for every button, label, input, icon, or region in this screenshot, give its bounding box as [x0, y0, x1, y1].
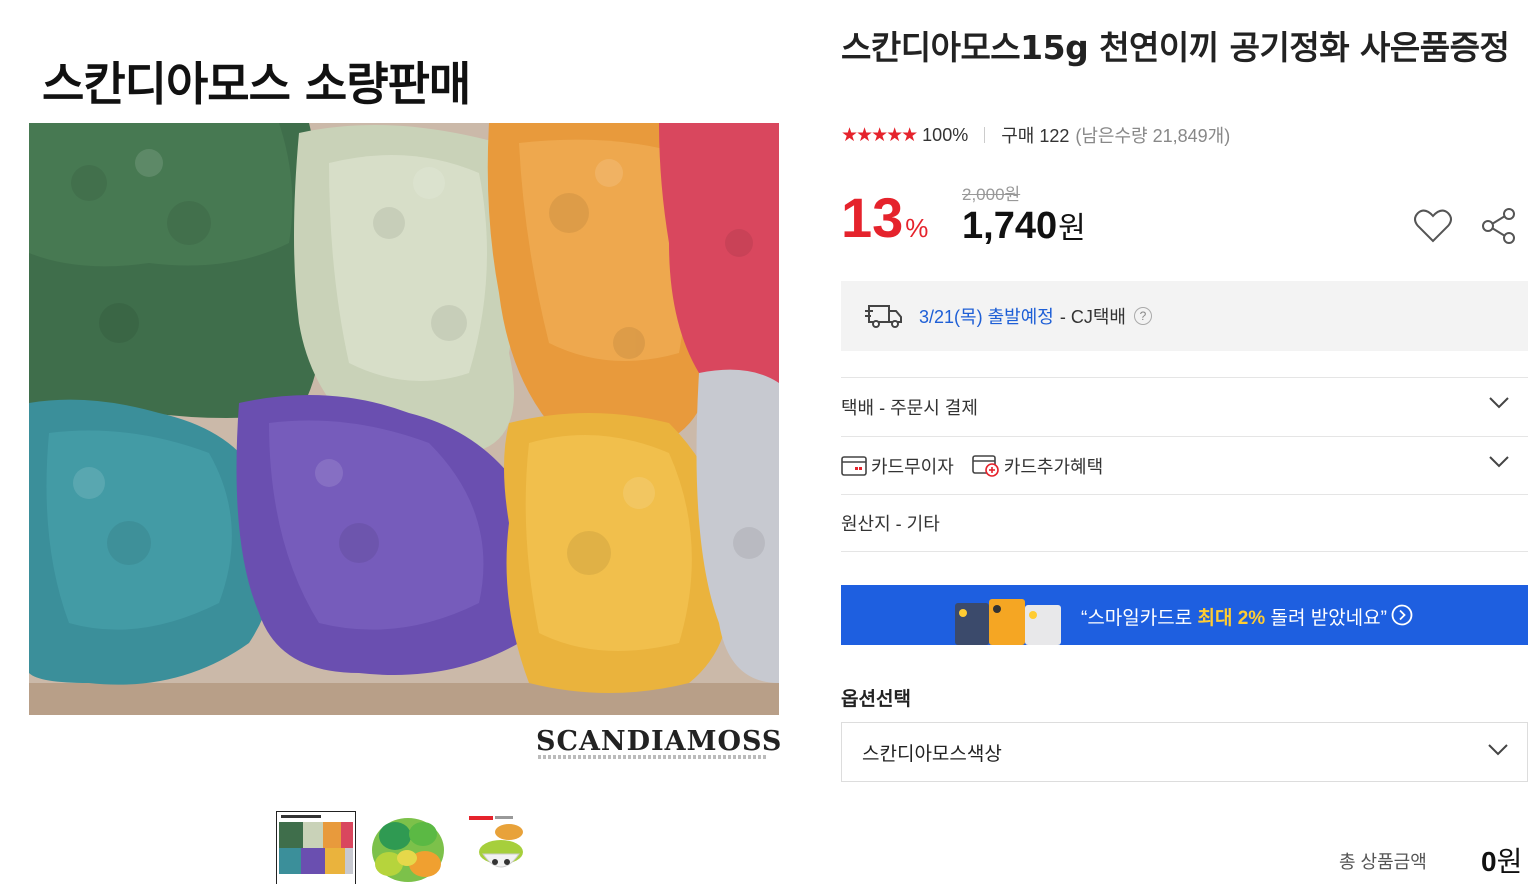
help-icon[interactable]: ?	[1133, 307, 1152, 325]
total-value: 0	[1481, 846, 1497, 877]
card-benefits-row[interactable]: 카드무이자 카드추가혜택	[841, 436, 1528, 494]
card-icon	[841, 455, 867, 476]
delivery-payment-text: 택배 - 주문시 결제	[841, 397, 978, 418]
option-label: 옵션선택	[841, 689, 911, 710]
option-select[interactable]: 스칸디아모스색상	[841, 722, 1528, 782]
discount-unit: %	[905, 213, 929, 243]
rating-stars: ★★★★★	[841, 124, 918, 146]
purchase-count: 구매 122	[1001, 126, 1070, 146]
price-unit: 원	[1058, 212, 1086, 245]
truck-icon	[865, 305, 902, 328]
moss-photo	[29, 123, 779, 715]
brand-logo: SCANDIAMOSS	[536, 726, 783, 757]
image-title: 스칸디아모스 소량판매	[42, 57, 471, 111]
brand-fineprint	[538, 755, 766, 759]
chevron-down-icon	[1489, 397, 1509, 409]
card-extra-benefit[interactable]: 카드추가혜택	[972, 453, 1103, 479]
promo-highlight: 최대 2%	[1197, 608, 1266, 629]
thumbnail-strip	[276, 811, 539, 884]
thumbnail-2[interactable]	[369, 812, 447, 884]
arrow-circle-icon	[1391, 604, 1413, 626]
card-interest-label: 카드무이자	[871, 456, 954, 477]
product-title: 스칸디아모스15g 천연이끼 공기정화 사은품증정	[841, 28, 1510, 67]
total-label: 총 상품금액	[1339, 852, 1427, 872]
wishlist-button[interactable]	[1411, 204, 1455, 248]
shipping-carrier: - CJ택배	[1059, 307, 1126, 327]
card-interest-free[interactable]: 카드무이자	[841, 453, 954, 479]
divider	[984, 127, 986, 143]
share-icon	[1482, 208, 1515, 244]
rating-row: ★★★★★ 100% 구매 122 (남은수량 21,849개)	[841, 122, 1230, 148]
heart-icon	[1414, 209, 1452, 243]
card-plus-icon	[972, 454, 999, 477]
shipping-date[interactable]: 3/21(목) 출발예정	[919, 303, 1054, 329]
chevron-down-icon	[1489, 456, 1509, 468]
shipping-info: 3/21(목) 출발예정 - CJ택배 ?	[841, 281, 1528, 351]
chevron-down-icon	[1488, 744, 1508, 756]
promo-text-post: 돌려 받았네요”	[1265, 608, 1387, 629]
origin-row: 원산지 - 기타	[841, 494, 1528, 552]
remaining-stock: (남은수량 21,849개)	[1075, 126, 1231, 146]
discount-rate: 13%	[841, 186, 928, 260]
rating-percent[interactable]: 100%	[922, 125, 968, 146]
promo-text: “스마일카드로 최대 2% 돌려 받았네요”	[1081, 603, 1387, 630]
origin-text: 원산지 - 기타	[841, 514, 940, 534]
thumbnail-3[interactable]	[461, 812, 539, 884]
discount-value: 13	[841, 186, 904, 249]
price-value: 1,740	[962, 205, 1058, 247]
smile-cards-image	[955, 599, 1061, 645]
promo-text-pre: “스마일카드로	[1081, 608, 1198, 629]
card-benefit-label: 카드추가혜택	[1003, 456, 1104, 477]
share-button[interactable]	[1477, 204, 1521, 248]
sale-price: 1,740원	[962, 204, 1086, 251]
option-selected-value: 스칸디아모스색상	[862, 743, 1002, 765]
total-unit: 원	[1496, 846, 1523, 877]
smile-card-banner[interactable]: “스마일카드로 최대 2% 돌려 받았네요”	[841, 585, 1528, 645]
delivery-payment-row[interactable]: 택배 - 주문시 결제	[841, 377, 1528, 435]
original-price: 2,000원	[962, 185, 1021, 204]
total-amount: 0원	[1481, 840, 1522, 880]
thumbnail-1[interactable]	[276, 811, 356, 884]
product-main-image: 스칸디아모스 소량판매 SCANDIAMOSS	[0, 0, 810, 780]
